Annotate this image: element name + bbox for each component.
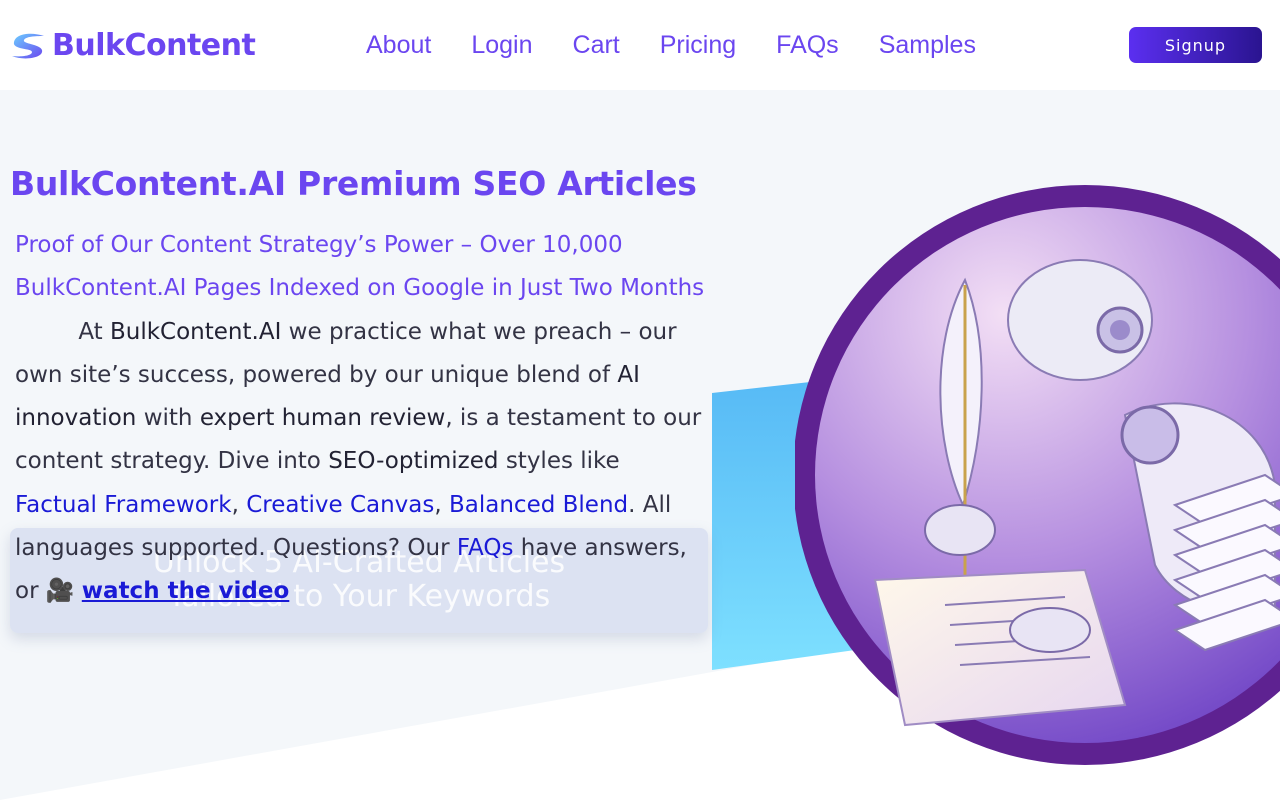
- nav-samples[interactable]: Samples: [879, 28, 976, 62]
- nav-pricing[interactable]: Pricing: [660, 28, 736, 62]
- text-brand: BulkContent.AI: [109, 318, 282, 345]
- text-expert-review: expert human review: [199, 405, 446, 432]
- nav-faqs[interactable]: FAQs: [776, 28, 839, 62]
- signup-button[interactable]: Signup: [1129, 27, 1262, 63]
- link-faqs[interactable]: FAQs: [457, 535, 514, 561]
- nav-about[interactable]: About: [366, 28, 431, 62]
- video-camera-icon: 🎥: [45, 578, 75, 605]
- text-with: with: [143, 405, 193, 432]
- hero-section: BulkContent.AI Premium SEO Articles Unlo…: [0, 90, 1280, 800]
- nav-login[interactable]: Login: [471, 28, 532, 62]
- text-seo-optimized: SEO-optimized: [328, 448, 499, 475]
- robot-writer-illustration: [795, 185, 1280, 765]
- logo-icon: [12, 33, 44, 59]
- text-comma-2: ,: [434, 491, 442, 518]
- site-header: BulkContent About Login Cart Pricing FAQ…: [0, 0, 1280, 90]
- nav-cart[interactable]: Cart: [573, 28, 620, 62]
- text-p3: styles like: [505, 448, 620, 475]
- page-title: BulkContent.AI Premium SEO Articles: [10, 164, 697, 203]
- link-creative-canvas[interactable]: Creative Canvas: [246, 492, 434, 518]
- hero-description: Proof of Our Content Strategy’s Power – …: [15, 224, 705, 614]
- link-balanced-blend[interactable]: Balanced Blend: [449, 492, 628, 518]
- brand-name: BulkContent: [52, 28, 256, 63]
- text-comma-1: ,: [231, 491, 239, 518]
- link-watch-video[interactable]: watch the video: [82, 578, 290, 604]
- proof-headline: Proof of Our Content Strategy’s Power – …: [15, 232, 705, 302]
- main-nav: About Login Cart Pricing FAQs Samples: [366, 28, 1016, 62]
- link-factual-framework[interactable]: Factual Framework: [15, 492, 232, 518]
- brand-logo[interactable]: BulkContent: [10, 28, 256, 64]
- text-at: At: [78, 318, 103, 345]
